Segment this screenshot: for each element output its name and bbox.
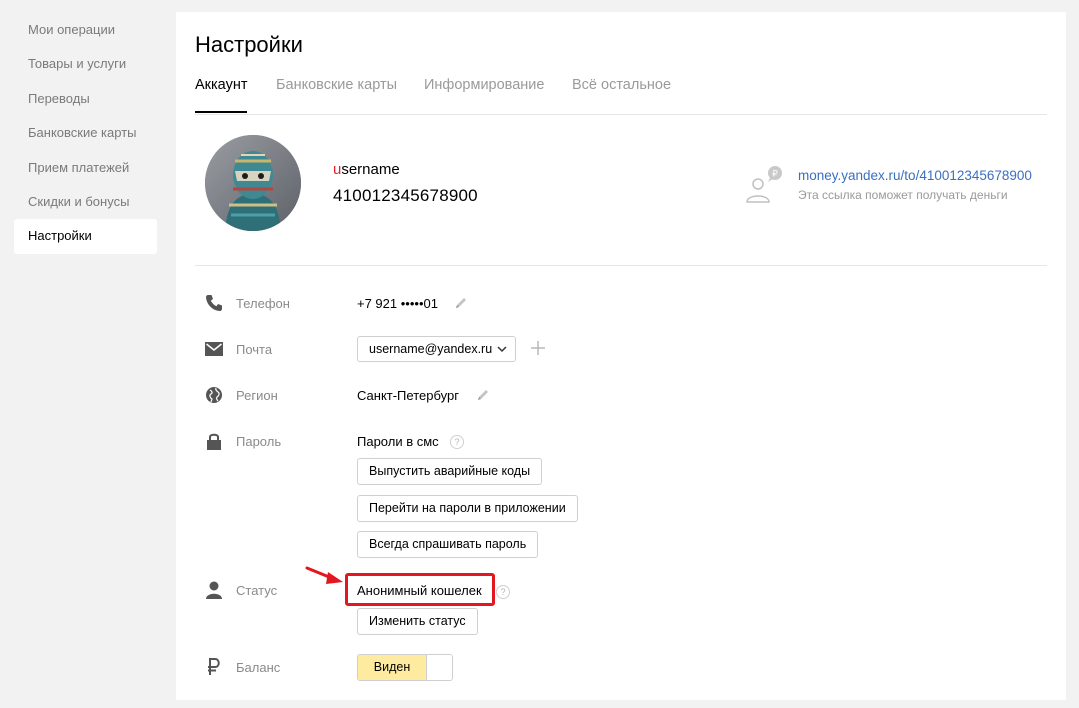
add-email-plus-icon[interactable] <box>530 340 546 356</box>
status-help-icon[interactable]: ? <box>496 585 510 599</box>
password-help-icon[interactable]: ? <box>450 435 464 449</box>
tab-account[interactable]: Аккаунт <box>195 77 248 113</box>
phone-icon <box>204 293 224 313</box>
always-ask-password-button[interactable]: Всегда спрашивать пароль <box>357 531 539 558</box>
password-label: Пароль <box>236 434 282 449</box>
toggle-knob <box>426 655 452 680</box>
username: username <box>333 161 400 178</box>
status-highlight-box <box>345 573 495 606</box>
balance-label: Баланс <box>236 660 281 675</box>
user-icon <box>204 580 224 600</box>
money-link-hint: Эта ссылка поможет получать деньги <box>798 188 1008 202</box>
toggle-on-label: Виден <box>358 655 426 680</box>
phone-value: +7 921 •••••01 <box>357 296 438 311</box>
status-label: Статус <box>236 583 278 598</box>
balance-visibility-toggle[interactable]: Виден <box>357 654 453 681</box>
emergency-codes-button[interactable]: Выпустить аварийные коды <box>357 458 543 485</box>
page-title: Настройки <box>195 32 303 57</box>
tab-notifications[interactable]: Информирование <box>424 77 544 113</box>
lock-icon <box>204 431 224 451</box>
wallet-number: 410012345678900 <box>333 186 478 205</box>
sidebar-item-transfers[interactable]: Переводы <box>14 82 157 116</box>
email-select-value: username@yandex.ru <box>369 342 493 356</box>
sidebar-item-operations[interactable]: Мои операции <box>14 13 157 47</box>
avatar-image <box>205 135 301 231</box>
email-select[interactable]: username@yandex.ru <box>357 336 516 362</box>
avatar[interactable] <box>205 135 301 231</box>
mail-icon <box>204 339 224 359</box>
sidebar-item-payments[interactable]: Прием платежей <box>14 151 157 185</box>
sidebar-item-bonuses[interactable]: Скидки и бонусы <box>14 185 157 219</box>
settings-panel: Настройки Аккаунт Банковские карты Инфор… <box>176 12 1066 700</box>
sidebar-item-bank-cards[interactable]: Банковские карты <box>14 116 157 150</box>
edit-region-pencil-icon[interactable] <box>476 388 490 402</box>
change-status-button[interactable]: Изменить статус <box>357 608 478 635</box>
tab-bar: Аккаунт Банковские карты Информирование … <box>195 77 1047 115</box>
password-mode: Пароли в смс <box>357 434 439 449</box>
svg-text:₽: ₽ <box>772 170 778 180</box>
sidebar: Мои операции Товары и услуги Переводы Ба… <box>14 13 157 254</box>
phone-label: Телефон <box>236 296 290 311</box>
edit-phone-pencil-icon[interactable] <box>454 296 468 310</box>
chevron-down-icon <box>497 346 507 353</box>
receive-money-icon: ₽ <box>746 166 782 203</box>
divider <box>195 265 1047 266</box>
globe-icon <box>204 385 224 405</box>
region-value: Санкт-Петербург <box>357 388 459 403</box>
red-arrow-icon <box>305 566 343 584</box>
tab-bank-cards[interactable]: Банковские карты <box>276 77 397 113</box>
money-link[interactable]: money.yandex.ru/to/410012345678900 <box>798 168 1032 183</box>
ruble-icon <box>204 657 224 677</box>
sidebar-item-settings[interactable]: Настройки <box>14 219 157 254</box>
tab-other[interactable]: Всё остальное <box>572 77 671 113</box>
sidebar-item-goods[interactable]: Товары и услуги <box>14 47 157 81</box>
region-label: Регион <box>236 388 278 403</box>
email-label: Почта <box>236 342 273 357</box>
app-passwords-button[interactable]: Перейти на пароли в приложении <box>357 495 578 522</box>
